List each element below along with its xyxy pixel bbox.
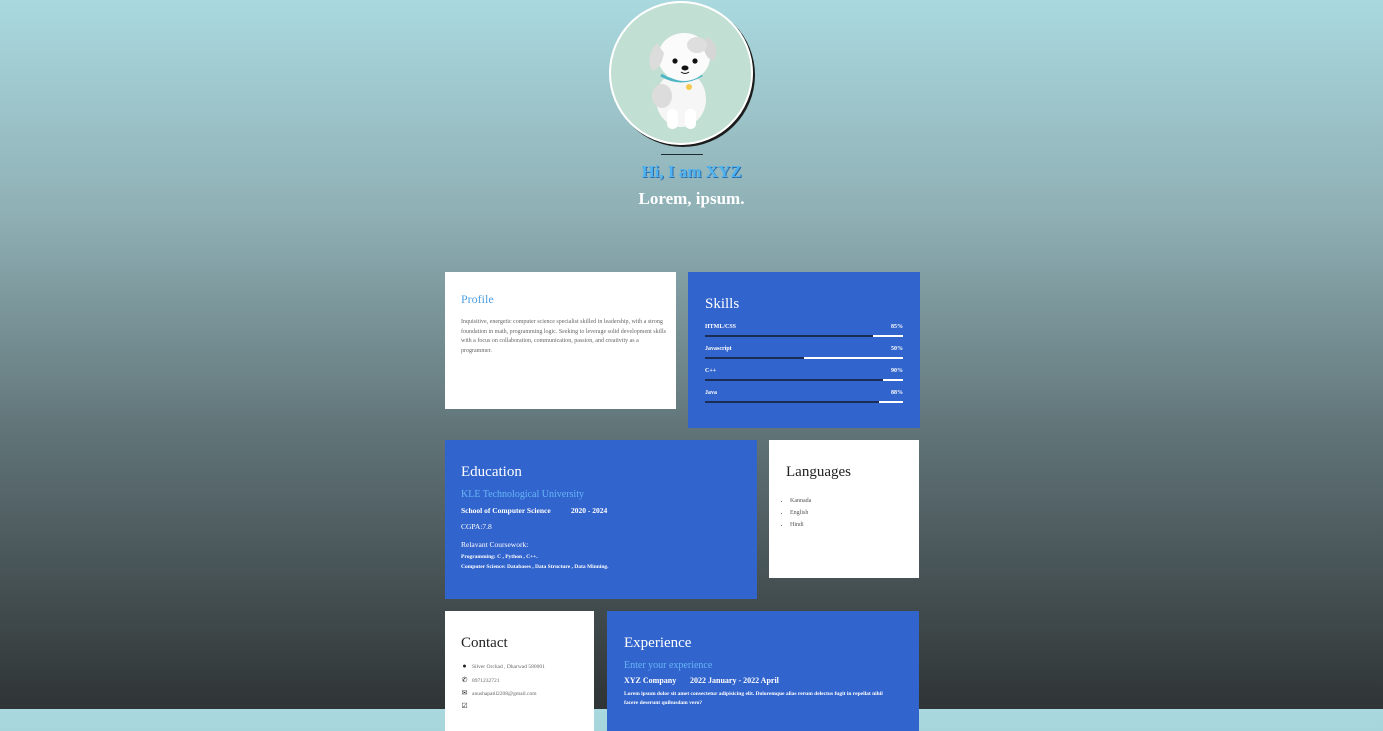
education-cgpa: CGPA:7.8 — [461, 522, 492, 531]
skills-title: Skills — [705, 296, 740, 312]
languages-list: Kannada English Hindi — [779, 495, 811, 531]
skill-name: Javascript — [705, 346, 732, 352]
phone-icon: ✆ — [461, 676, 468, 684]
education-title: Education — [461, 464, 522, 480]
envelope-icon: ✉ — [461, 689, 468, 697]
skill-bar-track — [705, 379, 903, 381]
contact-address: ● Silver Orchad , Dharwad 580001 — [461, 662, 545, 670]
hero-greeting: Hi, I am XYZ — [641, 162, 742, 181]
coursework-title: Relavant Coursework: — [461, 540, 529, 549]
experience-card: Experience Enter your experience XYZ Com… — [607, 611, 919, 731]
skill-bar-fill — [883, 379, 903, 381]
list-item: Kannada — [790, 495, 811, 507]
skill-bar-fill — [879, 401, 903, 403]
contact-email-text[interactable]: anushapatil2208@gmail.com — [472, 691, 536, 697]
experience-subtitle: Enter your experience — [624, 660, 713, 671]
profile-card: Profile Inquisitive, energetic computer … — [445, 272, 676, 409]
experience-company: XYZ Company — [624, 676, 677, 685]
education-years: 2020 - 2024 — [571, 506, 608, 515]
profile-text: Inquisitive, energetic computer science … — [461, 319, 666, 354]
puppy-avatar-image — [609, 1, 753, 145]
education-card: Education KLE Technological University S… — [445, 440, 757, 599]
skill-bar-track — [705, 357, 903, 359]
experience-description: Lorem ipsum dolor sit amet consectetur a… — [624, 691, 883, 706]
skill-name: HTML/CSS — [705, 324, 737, 330]
experience-dates: 2022 January - 2022 April — [690, 676, 779, 685]
skill-name: Java — [705, 390, 717, 396]
list-item: English — [790, 507, 811, 519]
skill-bar-fill — [873, 335, 903, 337]
hero-divider — [661, 154, 703, 155]
contact-address-text: Silver Orchad , Dharwad 580001 — [472, 663, 545, 670]
languages-card: Languages Kannada English Hindi — [769, 440, 919, 578]
coursework-line-cs: Computer Science: Databases , Data Struc… — [461, 564, 609, 570]
education-school: School of Computer Science — [461, 506, 551, 515]
skill-bar-track — [705, 401, 903, 403]
coursework-line-programming: Programming: C , Python , C++. — [461, 554, 538, 560]
avatar — [609, 1, 753, 145]
languages-title: Languages — [786, 464, 851, 480]
skill-name: C++ — [705, 368, 717, 374]
list-item: Hindi — [790, 519, 811, 531]
hero-tagline: Lorem, ipsum. — [638, 189, 745, 208]
contact-email[interactable]: ✉ anushapatil2208@gmail.com — [461, 689, 537, 697]
profile-title: Profile — [461, 292, 494, 306]
map-marker-icon: ● — [462, 662, 467, 670]
skill-percent: 88% — [891, 390, 903, 396]
contact-phone: ✆ 8971232721 — [461, 677, 500, 684]
skill-percent: 90% — [891, 368, 903, 374]
skill-percent: 50% — [891, 346, 903, 352]
experience-title: Experience — [624, 635, 692, 651]
skill-bar-track — [705, 335, 903, 337]
contact-phone-text: 8971232721 — [472, 677, 500, 684]
skills-card: Skills HTML/CSS 85% Javascript 50% C++ 9… — [688, 272, 920, 428]
contact-title: Contact — [461, 635, 508, 651]
skill-bar-fill — [804, 357, 903, 359]
skill-percent: 85% — [891, 324, 903, 330]
contact-card: Contact ● Silver Orchad , Dharwad 580001… — [445, 611, 594, 731]
education-university: KLE Technological University — [461, 489, 584, 500]
